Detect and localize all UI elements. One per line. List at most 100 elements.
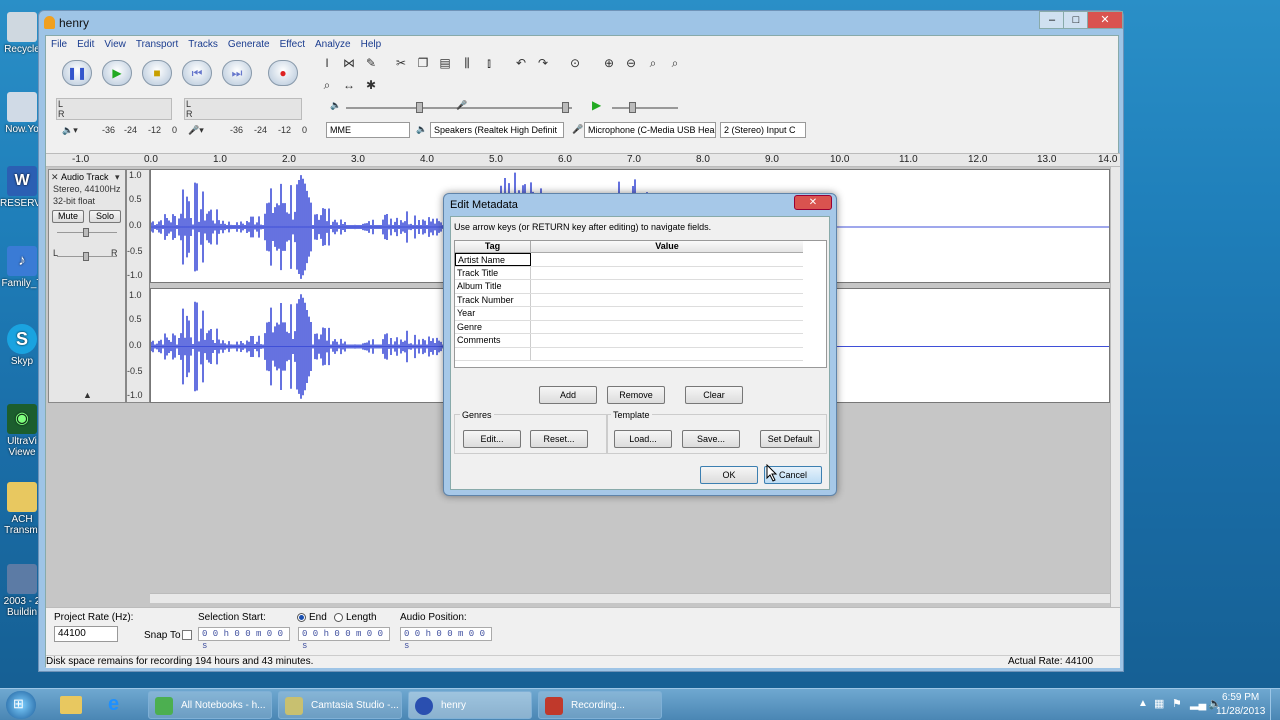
envelope-tool-button[interactable]: ⋈	[340, 54, 358, 72]
menu-edit[interactable]: Edit	[72, 36, 99, 50]
tag-cell[interactable]: Track Title	[455, 266, 531, 279]
redo-button[interactable]: ↷	[534, 54, 552, 72]
metadata-row-comments[interactable]: Comments	[455, 334, 803, 348]
silence-button[interactable]: ⫾	[480, 54, 498, 72]
metadata-row-year[interactable]: Year	[455, 307, 803, 321]
template-load-button[interactable]: Load...	[614, 430, 672, 448]
genres-edit-button[interactable]: Edit...	[463, 430, 521, 448]
end-radio[interactable]	[297, 613, 306, 622]
undo-button[interactable]: ↶	[512, 54, 530, 72]
draw-tool-button[interactable]: ✎	[362, 54, 380, 72]
collapse-track-icon[interactable]: ▲	[83, 390, 92, 400]
taskbar-ie-pin[interactable]: e	[100, 692, 134, 718]
snap-to-checkbox[interactable]	[182, 630, 192, 640]
menu-tracks[interactable]: Tracks	[183, 36, 223, 50]
skip-start-button[interactable]: ⏮	[182, 60, 212, 86]
paste-button[interactable]: ▤	[436, 54, 454, 72]
menu-view[interactable]: View	[99, 36, 131, 50]
sync-lock-button[interactable]: ⊙	[566, 54, 584, 72]
menu-help[interactable]: Help	[356, 36, 387, 50]
metadata-row-track-number[interactable]: Track Number	[455, 293, 803, 307]
output-volume-slider[interactable]	[416, 102, 423, 113]
menu-effect[interactable]: Effect	[275, 36, 310, 50]
template-set-default-button[interactable]: Set Default	[760, 430, 820, 448]
timeshift-tool-button[interactable]: ↔	[340, 76, 358, 94]
track-close-icon[interactable]: ✕	[51, 172, 59, 183]
show-desktop-button[interactable]	[1270, 689, 1280, 720]
metadata-row-empty[interactable]	[455, 347, 803, 361]
timeline-ruler[interactable]: -1.0 0.0 1.0 2.0 3.0 4.0 5.0 6.0 7.0 8.0…	[46, 153, 1120, 167]
maximize-button[interactable]: □	[1063, 11, 1089, 29]
add-button[interactable]: Add	[539, 386, 597, 404]
playback-speed-slider[interactable]	[629, 102, 636, 113]
playback-meter[interactable]	[56, 98, 172, 120]
zoom-in-button[interactable]: ⊕	[600, 54, 618, 72]
horizontal-scrollbar[interactable]	[150, 593, 1110, 603]
tag-cell[interactable]: Year	[455, 307, 531, 320]
title-bar[interactable]: henry – □ ✕	[39, 11, 1123, 35]
record-button[interactable]: ●	[268, 60, 298, 86]
tag-cell[interactable]: Album Title	[455, 280, 531, 293]
genres-reset-button[interactable]: Reset...	[530, 430, 588, 448]
metadata-row-album-title[interactable]: Album Title	[455, 280, 803, 294]
audio-position-field[interactable]: 0 0 h 0 0 m 0 0 s	[400, 627, 492, 651]
menu-generate[interactable]: Generate	[223, 36, 275, 50]
track-name-menu[interactable]: Audio Track	[61, 172, 109, 182]
selection-tool-button[interactable]: I	[318, 54, 336, 72]
tag-cell[interactable]: Artist Name	[455, 253, 531, 266]
pan-slider[interactable]	[83, 252, 89, 261]
output-device-select[interactable]: Speakers (Realtek High Definit	[430, 122, 564, 138]
vertical-scrollbar[interactable]	[1110, 167, 1120, 615]
project-rate-select[interactable]: 44100	[54, 626, 118, 642]
menu-transport[interactable]: Transport	[131, 36, 183, 50]
tray-network-icon[interactable]: ▦	[1154, 697, 1164, 710]
ok-button[interactable]: OK	[700, 466, 758, 484]
menu-file[interactable]: File	[46, 36, 72, 50]
metadata-grid[interactable]: Tag Value Artist Name Track Title Album …	[454, 240, 827, 368]
skip-end-button[interactable]: ⏭	[222, 60, 252, 86]
remove-button[interactable]: Remove	[607, 386, 665, 404]
record-meter[interactable]	[184, 98, 302, 120]
trim-button[interactable]: ⫼	[458, 54, 476, 72]
minimize-button[interactable]: –	[1039, 11, 1065, 29]
gain-slider[interactable]	[83, 228, 89, 237]
close-button[interactable]: ✕	[1087, 11, 1123, 29]
meter-speaker-icon[interactable]: 🔈▾	[62, 125, 78, 136]
start-button[interactable]: ⊞	[6, 691, 36, 719]
cut-button[interactable]: ✂	[392, 54, 410, 72]
clock-date[interactable]: 11/28/2013	[1216, 706, 1265, 717]
metadata-row-artist[interactable]: Artist Name	[455, 253, 803, 267]
taskbar-item-recording[interactable]: Recording...	[538, 691, 662, 719]
selection-start-field[interactable]: 0 0 h 0 0 m 0 0 s	[198, 627, 290, 651]
zoom-out-button[interactable]: ⊖	[622, 54, 640, 72]
tag-cell[interactable]: Comments	[455, 334, 531, 347]
menu-analyze[interactable]: Analyze	[310, 36, 356, 50]
tray-signal-icon[interactable]: ▂▄	[1190, 697, 1206, 710]
selection-end-field[interactable]: 0 0 h 0 0 m 0 0 s	[298, 627, 390, 651]
taskbar-item-henry[interactable]: henry	[408, 691, 532, 719]
stop-button[interactable]: ■	[142, 60, 172, 86]
metadata-row-genre[interactable]: Genre	[455, 320, 803, 334]
solo-button[interactable]: Solo	[89, 210, 121, 223]
mute-button[interactable]: Mute	[52, 210, 84, 223]
tag-cell[interactable]: Genre	[455, 320, 531, 333]
fit-project-button[interactable]: ⌕	[666, 54, 684, 72]
tag-cell[interactable]: Track Number	[455, 293, 531, 306]
pause-button[interactable]: ❚❚	[62, 60, 92, 86]
clear-button[interactable]: Clear	[685, 386, 743, 404]
input-volume-slider[interactable]	[562, 102, 569, 113]
track-menu-arrow-icon[interactable]: ▾	[115, 172, 120, 183]
fit-selection-button[interactable]: ⌕	[644, 54, 662, 72]
play-button[interactable]: ▶	[102, 60, 132, 86]
zoom-tool-button[interactable]: ⌕	[318, 76, 336, 94]
multi-tool-button[interactable]: ✱	[362, 76, 380, 94]
meter-mic-icon[interactable]: 🎤▾	[188, 125, 204, 136]
play-at-speed-button[interactable]: ▶	[592, 98, 601, 112]
taskbar-item-camtasia[interactable]: Camtasia Studio -...	[278, 691, 402, 719]
length-radio[interactable]	[334, 613, 343, 622]
tray-expand-icon[interactable]: ▲	[1138, 698, 1148, 709]
template-save-button[interactable]: Save...	[682, 430, 740, 448]
taskbar-item-notebooks[interactable]: All Notebooks - h...	[148, 691, 272, 719]
taskbar-explorer-pin[interactable]	[54, 692, 88, 718]
tray-flag-icon[interactable]: ⚑	[1172, 697, 1182, 710]
